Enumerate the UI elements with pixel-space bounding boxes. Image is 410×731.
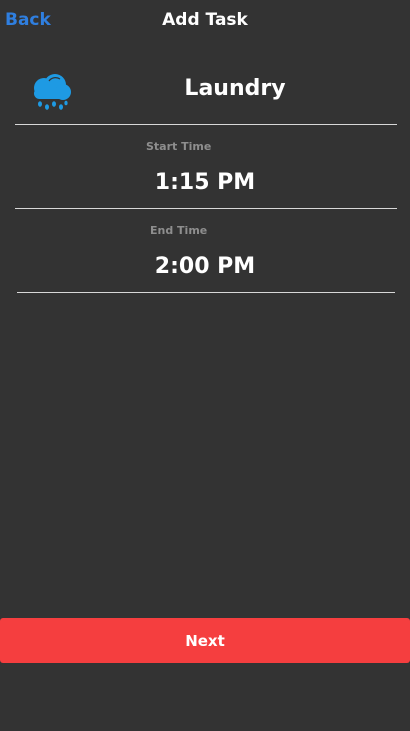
divider <box>15 124 397 125</box>
next-button-label: Next <box>185 631 225 650</box>
end-time-value[interactable]: 2:00 PM <box>0 254 410 279</box>
cloud-rain-icon[interactable] <box>30 72 72 112</box>
task-name-field[interactable]: Laundry <box>120 76 350 101</box>
divider <box>17 292 395 293</box>
add-task-screen: Back Add Task Laundry Start Time 1:15 PM… <box>0 0 410 731</box>
end-time-label: End Time <box>150 224 208 237</box>
page-title: Add Task <box>162 10 248 30</box>
start-time-value[interactable]: 1:15 PM <box>0 170 410 195</box>
next-button[interactable]: Next <box>0 618 410 663</box>
divider <box>15 208 397 209</box>
start-time-label: Start Time <box>146 140 212 153</box>
